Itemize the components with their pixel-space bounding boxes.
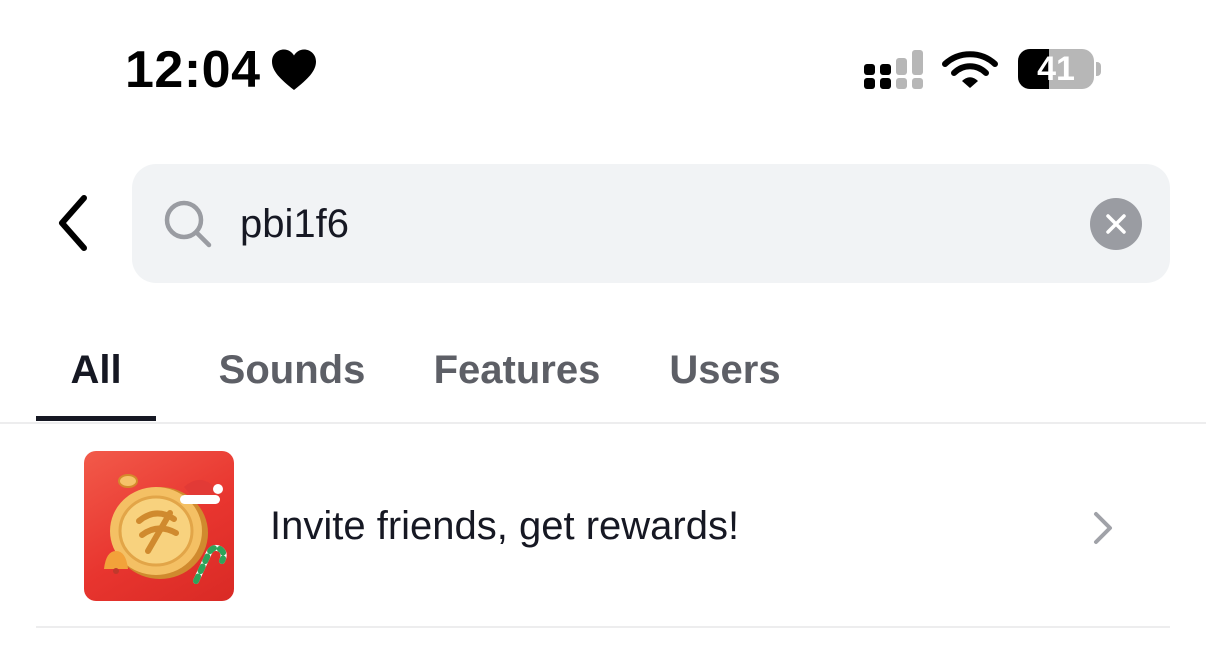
clear-search-button[interactable] [1090,198,1142,250]
search-bar[interactable] [132,164,1170,283]
tab-features[interactable]: Features [412,318,622,422]
chevron-left-icon [59,195,87,251]
active-tab-indicator [36,416,156,421]
status-time: 12:04 [125,41,261,99]
result-label: Invite friends, get rewards! [270,504,740,548]
chevron-right-icon [1094,512,1112,544]
battery-level: 41 [1037,50,1075,88]
heart-icon [272,49,316,90]
search-screen: 12:04 41 pbi1f6 All Sounds Features User… [0,0,1206,660]
battery-indicator: 41 [1018,49,1094,89]
tab-sounds[interactable]: Sounds [200,318,384,422]
cellular-signal-icon [864,50,923,89]
list-item[interactable]: Invite friends, get rewards! [36,430,1170,626]
wifi-icon [942,51,998,88]
list-divider [36,626,1170,628]
close-icon [1106,214,1126,234]
tab-users[interactable]: Users [650,318,800,422]
search-tabs: All Sounds Features Users [0,318,1206,422]
promo-image [104,474,227,584]
tabs-divider [0,422,1206,424]
search-input[interactable] [240,194,1070,254]
gift-coin-icon [84,451,234,601]
tab-all[interactable]: All [36,318,156,422]
battery-cap [1096,62,1101,76]
search-icon [164,200,212,248]
back-button[interactable] [40,190,106,256]
